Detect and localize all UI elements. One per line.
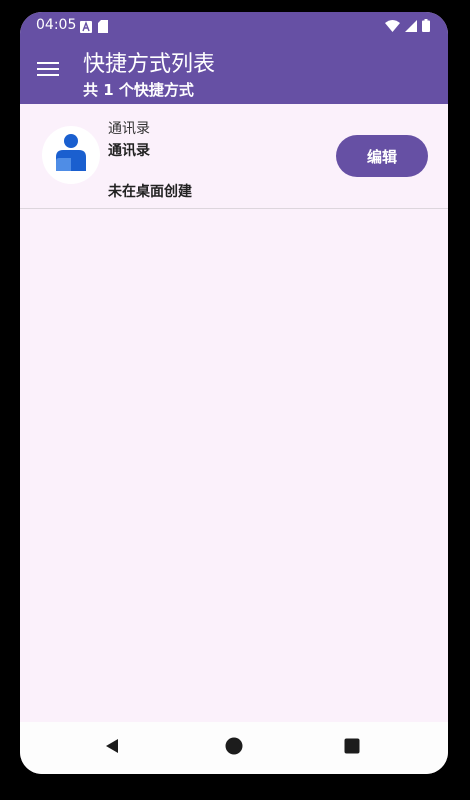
battery-icon	[422, 17, 430, 36]
shortcut-app-icon	[42, 126, 100, 184]
list-item[interactable]: 通讯录 通讯录 未在桌面创建 编辑	[20, 104, 448, 209]
status-right-icons	[385, 17, 430, 36]
sd-card-icon	[98, 18, 108, 37]
back-icon	[104, 738, 120, 758]
status-left-icons	[80, 18, 108, 37]
shortcut-list: 通讯录 通讯录 未在桌面创建 编辑	[20, 104, 448, 722]
font-notification-icon	[80, 18, 92, 37]
signal-icon	[405, 17, 417, 36]
recents-button[interactable]	[340, 736, 364, 760]
contacts-person-icon	[54, 133, 88, 177]
shortcut-count: 共 1 个快捷方式	[83, 81, 194, 99]
app-bar: 04:05 快捷方式列表 共 1 个快捷方式	[20, 12, 448, 104]
home-icon	[225, 737, 243, 759]
shortcut-status: 未在桌面创建	[108, 184, 192, 200]
recents-icon	[344, 738, 360, 758]
phone-screen: 04:05 快捷方式列表 共 1 个快捷方式 通讯录 通讯录 未在桌面创建 编辑	[20, 12, 448, 774]
menu-button[interactable]	[32, 58, 64, 84]
status-time: 04:05	[36, 17, 77, 33]
page-title: 快捷方式列表	[83, 52, 216, 77]
shortcut-label: 通讯录	[108, 143, 150, 159]
edit-button[interactable]: 编辑	[336, 135, 428, 177]
back-button[interactable]	[100, 736, 124, 760]
app-name: 通讯录	[108, 121, 150, 137]
home-button[interactable]	[222, 736, 246, 760]
hamburger-menu-icon	[37, 61, 59, 81]
wifi-icon	[385, 17, 400, 36]
status-bar: 04:05	[20, 12, 448, 38]
navigation-bar	[20, 722, 448, 774]
